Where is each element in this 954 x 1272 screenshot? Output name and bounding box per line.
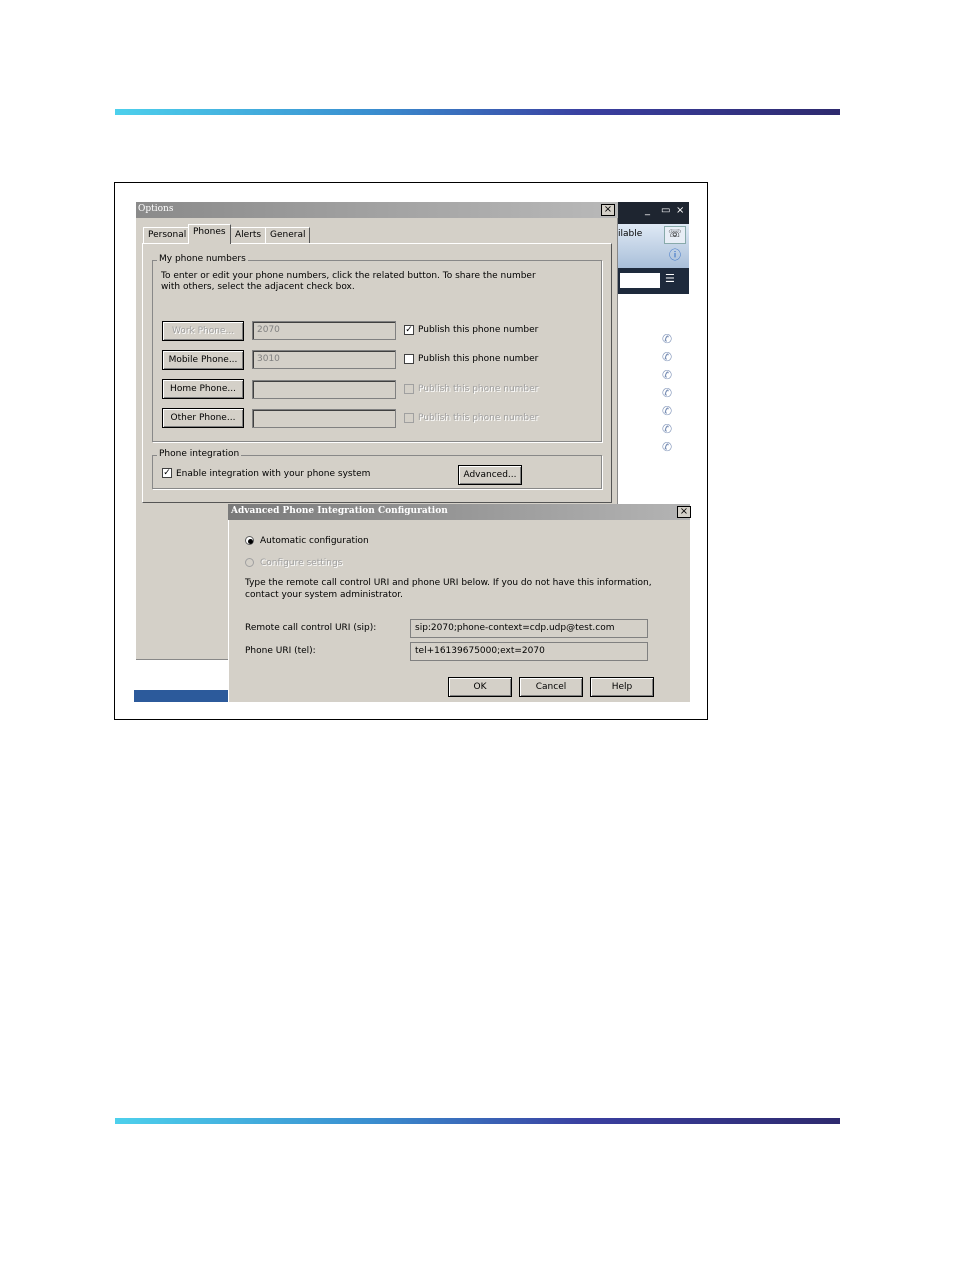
work-phone-field[interactable]: 2070 — [252, 321, 396, 340]
background-search-bar: ☰ — [618, 268, 689, 294]
cancel-button[interactable]: Cancel — [519, 677, 583, 697]
tab-alerts[interactable]: Alerts — [230, 227, 267, 243]
dialog-title: Options — [138, 204, 174, 214]
tab-personal[interactable]: Personal — [143, 227, 192, 243]
phone-numbers-legend: My phone numbers — [157, 254, 248, 264]
publish-work-checkbox[interactable]: ✓ — [404, 325, 414, 335]
footer-rule — [115, 1118, 840, 1124]
phone-icon[interactable]: ✆ — [662, 368, 672, 382]
ok-button[interactable]: OK — [448, 677, 512, 697]
phone-icon[interactable]: ✆ — [662, 404, 672, 418]
presence-status-text: ilable — [618, 229, 643, 239]
phone-uri-label: Phone URI (tel): — [245, 646, 316, 656]
publish-work-label: Publish this phone number — [418, 325, 539, 335]
enable-integration-label: Enable integration with your phone syste… — [176, 469, 371, 479]
advanced-close-button[interactable]: × — [677, 506, 691, 518]
advanced-titlebar: Advanced Phone Integration Configuration — [228, 504, 690, 520]
list-view-icon[interactable]: ☰ — [665, 272, 675, 285]
mobile-phone-field[interactable]: 3010 — [252, 350, 396, 369]
close-button[interactable]: × — [676, 205, 684, 216]
publish-mobile-checkbox[interactable] — [404, 354, 414, 364]
remote-uri-field[interactable]: sip:2070;phone-context=cdp.udp@test.com — [410, 619, 648, 638]
background-window-titlebar: _ ▭ × — [617, 202, 689, 224]
taskbar-strip — [134, 690, 228, 702]
maximize-button[interactable]: ▭ — [661, 205, 670, 216]
advanced-config-dialog — [228, 504, 690, 702]
search-input[interactable] — [620, 273, 660, 288]
advanced-dialog-title: Advanced Phone Integration Configuration — [231, 506, 448, 516]
phone-icon[interactable]: ✆ — [662, 386, 672, 400]
advanced-button[interactable]: Advanced... — [458, 465, 522, 485]
publish-home-label: Publish this phone number — [418, 384, 539, 394]
publish-other-label: Publish this phone number — [418, 413, 539, 423]
configure-settings-label: Configure settings — [260, 558, 343, 568]
phone-numbers-instructions: To enter or edit your phone numbers, cli… — [161, 271, 536, 292]
help-button[interactable]: Help — [590, 677, 654, 697]
phone-integration-legend: Phone integration — [157, 449, 242, 459]
home-phone-field[interactable] — [252, 380, 396, 399]
tab-general[interactable]: General — [265, 227, 311, 243]
phone-icon[interactable]: ✆ — [662, 422, 672, 436]
phone-icon[interactable]: ✆ — [662, 350, 672, 364]
info-icon[interactable]: ⓘ — [664, 246, 686, 264]
phone-uri-field[interactable]: tel+16139675000;ext=2070 — [410, 642, 648, 661]
mobile-phone-button[interactable]: Mobile Phone... — [162, 350, 244, 370]
header-rule — [115, 109, 840, 115]
home-phone-button[interactable]: Home Phone... — [162, 379, 244, 399]
background-toolbar: ilable ☏ ⓘ — [618, 224, 689, 268]
options-close-button[interactable]: × — [601, 204, 615, 216]
other-phone-field[interactable] — [252, 409, 396, 428]
automatic-config-label: Automatic configuration — [260, 536, 369, 546]
other-phone-button[interactable]: Other Phone... — [162, 408, 244, 428]
automatic-config-radio[interactable] — [245, 536, 254, 545]
advanced-instructions: Type the remote call control URI and pho… — [245, 578, 652, 600]
publish-home-checkbox[interactable] — [404, 384, 414, 394]
call-forward-icon[interactable]: ☏ — [664, 226, 686, 244]
publish-other-checkbox[interactable] — [404, 413, 414, 423]
enable-integration-checkbox[interactable]: ✓ — [162, 468, 172, 478]
publish-mobile-label: Publish this phone number — [418, 354, 539, 364]
phone-icon[interactable]: ✆ — [662, 332, 672, 346]
remote-uri-label: Remote call control URI (sip): — [245, 623, 377, 633]
options-titlebar: Options — [136, 202, 618, 218]
minimize-button[interactable]: _ — [645, 205, 650, 216]
work-phone-button[interactable]: Work Phone... — [162, 321, 244, 341]
phone-icon[interactable]: ✆ — [662, 440, 672, 454]
tab-phones[interactable]: Phones — [188, 224, 231, 244]
configure-settings-radio[interactable] — [245, 558, 254, 567]
